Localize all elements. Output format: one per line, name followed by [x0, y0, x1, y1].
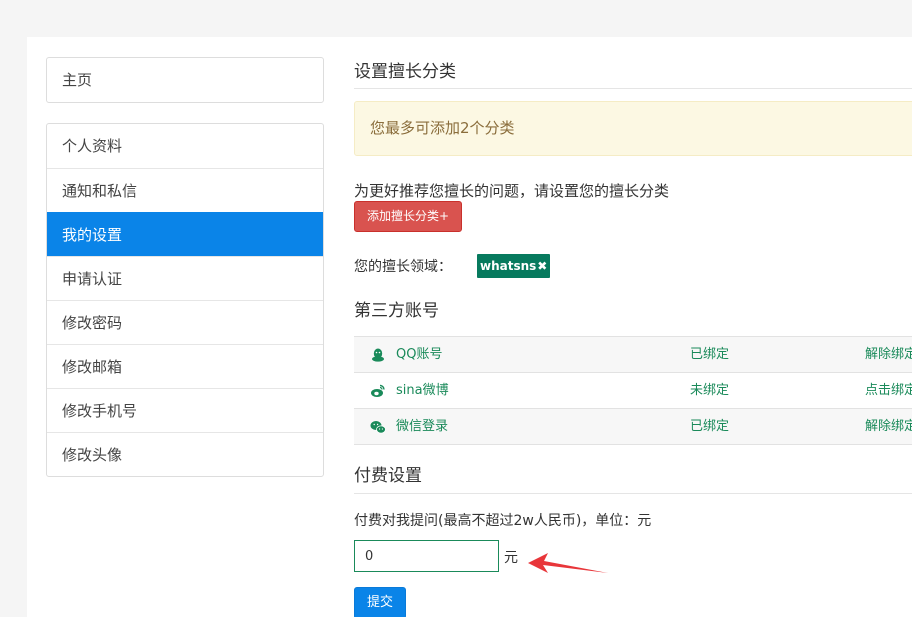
account-name-cell: sina微博 [370, 373, 449, 408]
sidebar-item-my-settings[interactable]: 我的设置 [47, 212, 323, 256]
expertise-alert: 您最多可添加2个分类 [354, 101, 912, 156]
bind-weibo-link[interactable]: 点击绑定 [865, 373, 912, 408]
settings-page: 主页 个人资料 通知和私信 我的设置 申请认证 修改密码 修改邮箱 修改手机号 … [27, 37, 912, 617]
third-party-table: QQ账号 已绑定 解除绑定 sina微博 未绑定 点击绑定 微信登录 已绑定 解… [354, 336, 912, 445]
sidebar-menu: 个人资料 通知和私信 我的设置 申请认证 修改密码 修改邮箱 修改手机号 修改头… [46, 123, 324, 477]
expertise-field-label: 您的擅长领域： [354, 259, 452, 275]
submit-button[interactable]: 提交 [354, 587, 407, 617]
main-content: 设置擅长分类 您最多可添加2个分类 为更好推荐您擅长的问题，请设置您的擅长分类 … [354, 37, 912, 617]
table-row: 微信登录 已绑定 解除绑定 [354, 409, 912, 445]
payment-amount-input[interactable] [354, 540, 499, 572]
sidebar-item-profile[interactable]: 个人资料 [47, 124, 323, 168]
expertise-tag: whatsns✖ [477, 254, 551, 278]
table-row: sina微博 未绑定 点击绑定 [354, 373, 912, 409]
binding-status: 未绑定 [690, 383, 730, 398]
account-name[interactable]: QQ账号 [396, 337, 442, 372]
third-party-section-title: 第三方账号 [354, 301, 439, 321]
weibo-icon [371, 384, 385, 397]
divider [354, 88, 912, 89]
payment-label: 付费对我提问(最高不超过2w人民币)，单位：元 [354, 513, 652, 529]
remove-tag-icon[interactable]: ✖ [537, 254, 547, 278]
unbind-wechat-link[interactable]: 解除绑定 [865, 409, 912, 444]
binding-status: 已绑定 [690, 347, 730, 362]
account-name[interactable]: 微信登录 [396, 409, 448, 444]
payment-section-title: 付费设置 [354, 466, 422, 486]
unbind-qq-link[interactable]: 解除绑定 [865, 337, 912, 372]
account-name[interactable]: sina微博 [396, 373, 449, 408]
sidebar-item-change-avatar[interactable]: 修改头像 [47, 432, 323, 476]
binding-status: 已绑定 [690, 419, 730, 434]
sidebar-item-home[interactable]: 主页 [47, 58, 323, 102]
table-row: QQ账号 已绑定 解除绑定 [354, 337, 912, 373]
sidebar-item-change-email[interactable]: 修改邮箱 [47, 344, 323, 388]
sidebar-item-change-password[interactable]: 修改密码 [47, 300, 323, 344]
divider [354, 493, 912, 494]
expertise-tag-label: whatsns [480, 259, 537, 273]
qq-icon [372, 348, 384, 362]
add-expertise-button[interactable]: 添加擅长分类+ [354, 201, 463, 232]
wechat-icon [370, 420, 386, 433]
account-name-cell: QQ账号 [370, 337, 442, 372]
sidebar-item-change-phone[interactable]: 修改手机号 [47, 388, 323, 432]
sidebar-home-box: 主页 [46, 57, 324, 103]
sidebar-item-notifications[interactable]: 通知和私信 [47, 168, 323, 212]
sidebar-item-verification[interactable]: 申请认证 [47, 256, 323, 300]
payment-unit: 元 [504, 550, 518, 566]
red-arrow-annotation [528, 553, 608, 573]
expertise-hint: 为更好推荐您擅长的问题，请设置您的擅长分类 [354, 182, 670, 200]
account-name-cell: 微信登录 [370, 409, 448, 444]
expertise-section-title: 设置擅长分类 [354, 62, 456, 82]
